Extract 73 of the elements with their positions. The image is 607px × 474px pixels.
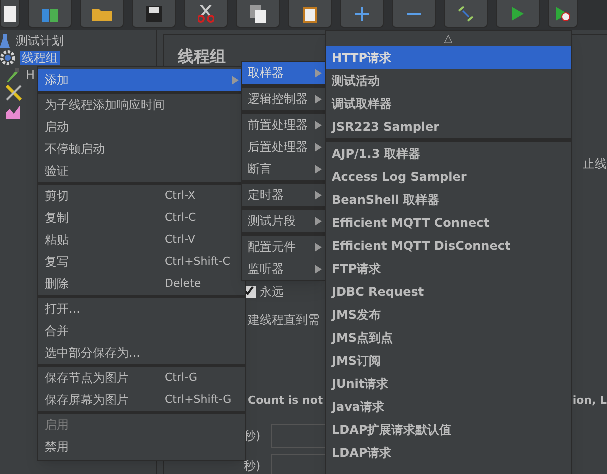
menu-item[interactable]: 复写 Ctrl+Shift-C [38,251,245,273]
copy-icon[interactable] [236,0,280,28]
delay-thread-text: 建线程直到需 [248,312,320,329]
submenu-arrow-icon [315,190,322,200]
menu-item[interactable]: 调试取样器 [326,92,571,115]
menu-item[interactable]: 启动 [38,116,245,138]
count-text: Count is not [248,393,324,409]
menu-item[interactable]: 验证 [38,160,245,182]
dropper-icon [6,66,20,82]
save-icon[interactable] [132,0,176,28]
submenu-arrow-icon [232,76,239,84]
menu-item[interactable]: 禁用 [38,436,245,458]
menu-item[interactable]: JMS发布 [326,303,571,326]
menu-item[interactable]: LDAP扩展请求默认值 [326,418,571,441]
menu-item[interactable]: AJP/1.3 取样器 [326,138,571,165]
scroll-up-button[interactable]: △ [326,31,571,46]
menu-item[interactable]: JSR223 Sampler [326,115,571,138]
menu-item[interactable]: 断言 [242,158,325,180]
option-text: ion, L [572,393,607,409]
menu-item[interactable]: 保存节点为图片 Ctrl-G [38,364,245,389]
menu-item[interactable]: 不停顿启动 [38,138,245,160]
menu-item[interactable]: 选中部分保存为... [38,342,245,364]
stop-thread-text: 止线 [583,156,607,173]
checkbox-label: 永远 [260,284,284,301]
submenu-arrow-icon [315,164,322,174]
menu-item[interactable]: Access Log Sampler [326,165,571,188]
toggle-icon[interactable] [444,0,488,28]
menu-item[interactable]: Java请求 [326,395,571,418]
tree-item[interactable]: H [24,68,38,82]
submenu-arrow-icon [315,216,322,226]
submenu-arrow-icon [315,68,322,78]
menu-item[interactable]: BeanShell 取样器 [326,188,571,211]
menu-item[interactable]: Efficient MQTT Connect [326,211,571,234]
play-icon[interactable] [496,0,540,28]
delay-label: 秒) [244,458,261,474]
submenu-arrow-icon [315,242,322,252]
submenu-arrow-icon [315,94,322,104]
tree-item[interactable]: 测试计划 [14,34,66,48]
submenu-arrow-icon [315,264,322,274]
menu-item[interactable]: 保存屏幕为图片 Ctrl+Shift-G [38,389,245,411]
cut-icon[interactable] [184,0,228,28]
templates-icon[interactable] [28,0,72,28]
open-folder-icon[interactable] [80,0,124,28]
menu-item[interactable]: Efficient MQTT DisConnect [326,234,571,257]
menu-item[interactable]: 粘贴 Ctrl-V [38,229,245,251]
remove-icon[interactable] [392,0,436,28]
paste-icon[interactable] [288,0,332,28]
flask-icon [0,34,10,48]
add-icon[interactable] [340,0,384,28]
submenu-arrow-icon [315,142,322,152]
menu-item[interactable]: 合并 [38,320,245,342]
play-no-pause-icon[interactable] [548,0,578,28]
menu-item[interactable]: 复制 Ctrl-C [38,207,245,229]
tools-icon [6,84,22,100]
menu-item[interactable]: JDBC Request [326,280,571,303]
menu-item[interactable]: JUnit请求 [326,372,571,395]
menu-item[interactable]: HTTP请求 [326,46,571,69]
menu-item[interactable]: 后置处理器 [242,136,325,158]
menu-item[interactable]: 测试活动 [326,69,571,92]
menu-item[interactable]: JMS点到点 [326,326,571,349]
menu-item[interactable]: 取样器 [242,62,325,84]
chart-icon [6,104,20,118]
menu-item[interactable]: 删除 Delete [38,273,245,295]
menu-item[interactable]: 监听器 [242,258,325,280]
menu-item[interactable]: 打开... [38,295,245,320]
gear-icon [0,50,16,66]
menu-item[interactable]: LDAP请求 [326,441,571,464]
tree-item[interactable]: 线程组 [20,50,60,64]
menu-item[interactable]: JMS订阅 [326,349,571,372]
new-icon[interactable] [0,0,20,28]
menu-item[interactable]: FTP请求 [326,257,571,280]
panel-title: 线程组 [178,46,226,68]
submenu-arrow-icon [315,120,322,130]
